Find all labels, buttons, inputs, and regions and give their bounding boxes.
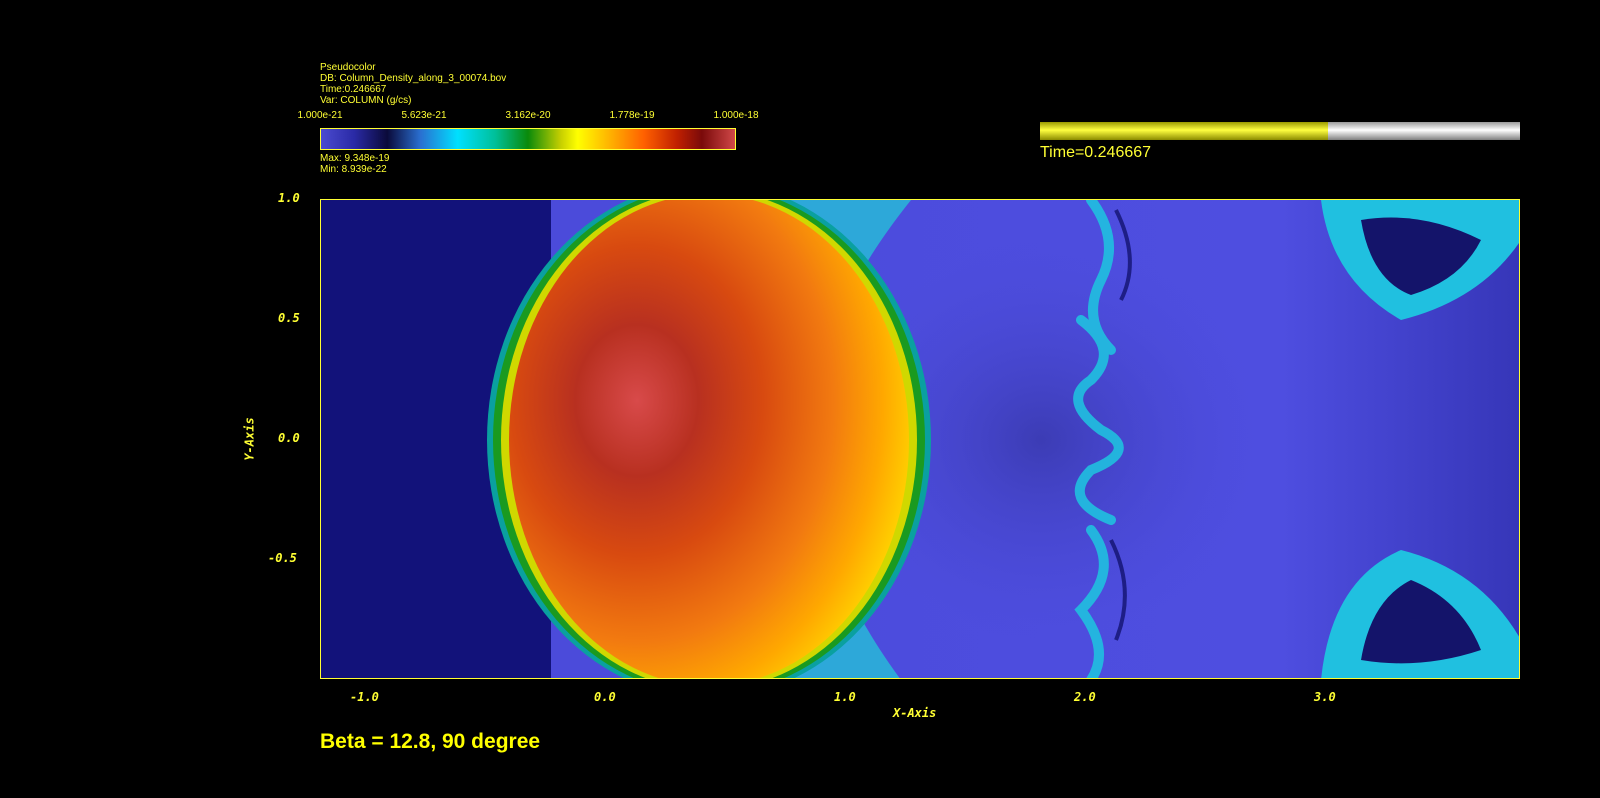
x-tick-label: 0.0 bbox=[594, 690, 616, 704]
legend-min: Min: 8.939e-22 bbox=[320, 164, 387, 175]
colorbar-label: 3.162e-20 bbox=[505, 110, 551, 121]
x-tick-label: 3.0 bbox=[1314, 690, 1336, 704]
x-tick-label: 2.0 bbox=[1074, 690, 1096, 704]
legend-max: Max: 9.348e-19 bbox=[320, 153, 390, 164]
y-tick-label: 0.0 bbox=[278, 431, 300, 445]
colorbar-label: 1.000e-21 bbox=[297, 110, 343, 121]
legend-variable: Var: COLUMN (g/cs) bbox=[320, 95, 412, 106]
pseudocolor-image bbox=[321, 200, 1519, 678]
y-tick-label: -0.5 bbox=[268, 551, 297, 565]
time-slider[interactable] bbox=[1040, 122, 1520, 140]
colorbar-label: 1.778e-19 bbox=[609, 110, 655, 121]
caption: Beta = 12.8, 90 degree bbox=[320, 730, 541, 753]
time-slider-fill bbox=[1040, 122, 1328, 140]
x-tick-label: 1.0 bbox=[834, 690, 856, 704]
y-axis-title: Y-Axis bbox=[242, 417, 257, 461]
x-tick-label: -1.0 bbox=[350, 690, 379, 704]
colorbar-label: 5.623e-21 bbox=[401, 110, 447, 121]
colorbar bbox=[320, 128, 736, 150]
y-tick-label: 1.0 bbox=[278, 191, 300, 205]
colorbar-label: 1.000e-18 bbox=[713, 110, 759, 121]
time-slider-label: Time=0.246667 bbox=[1040, 144, 1152, 161]
x-axis-title: X-Axis bbox=[893, 706, 937, 720]
legend-plot-type: Pseudocolor bbox=[320, 62, 376, 73]
y-tick-label: 0.5 bbox=[278, 311, 300, 325]
plot-area[interactable] bbox=[320, 199, 1520, 679]
legend-time: Time:0.246667 bbox=[320, 84, 387, 95]
legend-database: DB: Column_Density_along_3_00074.bov bbox=[320, 73, 507, 84]
